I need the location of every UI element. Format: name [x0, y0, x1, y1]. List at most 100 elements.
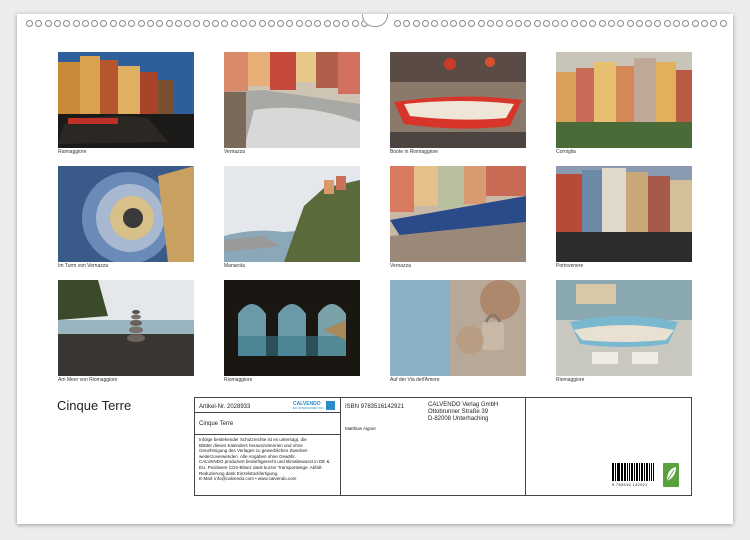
publisher-line: D-82008 Unterhaching — [428, 416, 489, 422]
photo-thumbnail[interactable] — [224, 52, 360, 148]
photo-riomaggiore-houses — [58, 52, 194, 148]
photo-thumbnail[interactable] — [556, 280, 692, 376]
binding-ring — [514, 20, 522, 27]
binding-ring — [193, 20, 201, 27]
binding-ring — [53, 20, 61, 27]
binding-ring — [682, 20, 690, 27]
binding-ring — [286, 20, 294, 27]
binding-ring — [700, 20, 708, 27]
legal-line: EU. Positivere CO2-Bilanz dank kurzer Tr… — [199, 464, 323, 470]
binding-ring — [100, 20, 108, 27]
binding-ring — [267, 20, 275, 27]
photo-love-locks — [390, 280, 526, 376]
photo-arched-window — [224, 280, 360, 376]
binding-ring — [258, 20, 266, 27]
binding-ring — [580, 20, 587, 27]
binding-ring — [487, 20, 494, 27]
barcode-bar — [626, 463, 628, 481]
article-number: Artikel-Nr. 2028933 — [199, 404, 251, 410]
binding-ring — [719, 20, 727, 27]
calendar-title: Cinque Terre — [57, 398, 132, 413]
binding-ring — [645, 20, 653, 27]
binding-ring — [119, 20, 126, 27]
binding-ring — [524, 20, 532, 27]
binding-ring — [174, 20, 182, 27]
publisher-line: CALVENDO Verlag GmbH — [428, 402, 499, 408]
barcode-bar — [647, 463, 649, 481]
binding-ring — [165, 20, 173, 27]
binding-ring — [533, 20, 541, 27]
photo-thumbnail[interactable] — [58, 52, 194, 148]
binding-ring — [663, 20, 671, 27]
photo-thumbnail[interactable] — [556, 166, 692, 262]
binding-ring — [249, 20, 257, 27]
photo-thumbnail[interactable] — [224, 280, 360, 376]
photo-boat-map — [556, 280, 692, 376]
photo-caption: Am Meer von Riomaggiore — [58, 377, 118, 383]
photo-stone-stack-beach — [58, 280, 194, 376]
photo-boats-riomaggiore — [390, 52, 526, 148]
photo-thumbnail[interactable] — [556, 52, 692, 148]
binding-ring — [626, 20, 634, 27]
binding-ring — [468, 20, 476, 27]
binding-ring — [137, 20, 145, 27]
binding-ring — [607, 20, 615, 27]
barcode-bar — [642, 463, 644, 481]
photo-thumbnail[interactable] — [224, 166, 360, 262]
barcode-bar — [649, 463, 651, 481]
binding-ring — [598, 20, 606, 27]
publisher-line: Ottobrunner Straße 39 — [428, 409, 489, 415]
binding-ring — [305, 20, 312, 27]
binding-ring — [496, 20, 504, 27]
binding-ring — [35, 20, 43, 27]
author-name: Matthias Aigner — [345, 426, 377, 431]
binding-ring — [128, 20, 136, 27]
barcode-number: 9 783516 142921 — [612, 482, 648, 487]
binding-ring — [459, 20, 467, 27]
binding-ring — [314, 20, 322, 27]
photo-spiral-staircase — [58, 166, 194, 262]
binding-ring — [146, 20, 154, 27]
binding-ring — [654, 20, 662, 27]
binding-ring — [26, 20, 33, 27]
barcode-bar — [621, 463, 623, 481]
barcode: 9 783516 142921 — [612, 463, 654, 487]
product-title: Cinque Terre — [199, 421, 234, 427]
binding-ring — [342, 20, 350, 27]
photo-caption: Boote in Riomaggiore — [390, 149, 439, 155]
binding-ring — [440, 20, 448, 27]
binding-ring — [184, 20, 192, 27]
barcode-bar — [628, 463, 630, 481]
binding-ring — [635, 20, 643, 27]
photo-caption: Manarola — [224, 263, 245, 269]
binding-ring — [421, 20, 429, 27]
barcode-bar — [633, 463, 635, 481]
photo-thumbnail[interactable] — [390, 166, 526, 262]
binding-ring — [63, 20, 71, 27]
photo-thumbnail[interactable] — [58, 166, 194, 262]
binding-ring — [561, 20, 569, 27]
logo-subtext: EIN UNTERNEHMEN VON — [293, 407, 324, 410]
binding-ring — [221, 20, 229, 27]
photo-caption: Riomaggiore — [58, 149, 87, 155]
photo-vernazza-harbor — [224, 52, 360, 148]
calvendo-logo: CALVENDO EIN UNTERNEHMEN VON — [293, 401, 335, 412]
binding-ring — [403, 20, 411, 27]
photo-thumbnail[interactable] — [390, 280, 526, 376]
photo-vernazza-boats — [390, 166, 526, 262]
binding-ring — [332, 20, 340, 27]
binding-ring — [477, 20, 485, 27]
photo-caption: Vernazza — [390, 263, 411, 269]
photo-thumbnail[interactable] — [390, 52, 526, 148]
photo-thumbnail[interactable] — [58, 280, 194, 376]
binding-ring — [295, 20, 303, 27]
binding-ring — [156, 20, 164, 27]
binding-ring — [617, 20, 625, 27]
binding-ring — [710, 20, 718, 27]
binding-ring — [230, 20, 238, 27]
barcode-bar — [637, 463, 639, 481]
barcode-bar — [613, 463, 615, 481]
binding-ring — [449, 20, 457, 27]
photo-manarola-coast — [224, 166, 360, 262]
legal-text: Infolge bestehender Schutzrechte ist es … — [199, 437, 329, 482]
